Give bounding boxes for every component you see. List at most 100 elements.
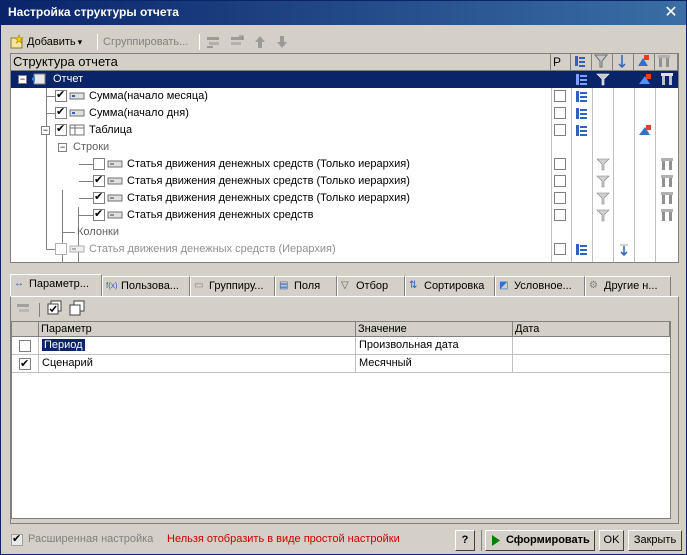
date-column-header[interactable]: Дата [513,322,670,337]
tree-row-rows[interactable]: − Строки [11,139,678,156]
tree-row-label: Строки [73,141,110,153]
grouping-icon [107,194,123,202]
tree-row-grouping[interactable]: Статья движения денежных средств (Только… [11,173,678,190]
collapse-icon[interactable]: − [18,75,27,84]
footer-divider [481,530,482,551]
row-checkbox[interactable] [93,158,105,170]
tree-row-label: Статья движения денежных средств (Только… [127,192,410,204]
row-checkbox[interactable] [93,190,105,204]
close-button-label: Закрыть [633,534,677,546]
tree-row-resource[interactable]: Сумма(начало дня) [11,105,678,122]
sort-column-header[interactable] [613,54,634,71]
conditional-format-column-header[interactable] [634,54,655,71]
row-checkbox[interactable] [55,122,67,136]
param-checkbox[interactable] [19,356,31,373]
add-icon [10,34,24,49]
close-button[interactable]: Закрыть [628,530,682,551]
grouping-icon [107,160,123,168]
r-checkbox[interactable] [554,107,566,119]
filter-icon [593,54,609,68]
sort-icon [618,55,626,69]
tab-parameters[interactable]: ↔ Параметр... [10,274,102,297]
advanced-settings-checkbox[interactable] [11,532,23,546]
collapse-icon[interactable]: − [58,143,67,152]
add-button[interactable]: Добавить ▾ [9,31,95,53]
r-checkbox[interactable] [554,158,566,170]
tab-fields[interactable]: ▤ Поля [275,276,337,296]
fields-column-header[interactable] [571,54,592,71]
tab-user-fields[interactable]: f(x) Пользова... [102,276,190,296]
r-checkbox[interactable] [554,124,566,136]
tree-row-grouping[interactable]: Статья движения денежных средств [11,207,678,224]
structure-column-header[interactable]: Структура отчета [11,54,551,71]
tab-sorting[interactable]: ⇅ Сортировка [405,276,495,296]
parameters-icon: ↔ [14,278,24,289]
move-up-button[interactable] [253,31,269,53]
r-checkbox[interactable] [554,90,566,102]
tree-row-report[interactable]: − Отчет [11,71,678,88]
tree-row-resource[interactable]: Сумма(начало месяца) [11,88,678,105]
grouping-icon: ▭ [194,280,204,291]
tree-line [47,113,55,114]
row-checkbox[interactable] [55,88,67,102]
row-checkbox[interactable] [55,105,67,119]
r-column-header[interactable]: Р [551,54,571,71]
ok-button[interactable]: OK [599,530,624,551]
report-structure-window: Настройка структуры отчета ✕ Добавить ▾ … [0,0,687,555]
collapse-icon[interactable]: − [41,126,50,135]
param-checkbox[interactable] [19,340,31,352]
row-checkbox[interactable] [93,207,105,221]
param-date-cell[interactable] [513,337,670,355]
tree-row-columns[interactable]: Колонки [11,224,678,241]
tree-row-table[interactable]: − Таблица [11,122,678,139]
tab-grouping[interactable]: ▭ Группиру... [190,276,275,296]
tab-conditional-format[interactable]: ◩ Условное... [495,276,585,296]
tree-row-grouping[interactable]: Статья движения денежных средств (Только… [11,156,678,173]
param-value-cell[interactable]: Произвольная дата [356,337,513,355]
tab-label: Сортировка [424,280,485,292]
check-all-button[interactable] [47,300,67,318]
tree-row-grouping-disabled[interactable]: Статья движения денежных средств (Иерарх… [11,241,678,258]
r-checkbox[interactable] [554,175,566,187]
tree-row-grouping[interactable]: Статья движения денежных средств (Только… [11,190,678,207]
move-down-button[interactable] [275,31,291,53]
group-button[interactable]: Сгруппировать... [103,31,198,53]
tab-other-settings[interactable]: ⚙ Другие н... [585,276,671,296]
report-structure-tree[interactable]: Структура отчета Р − Отчет ✔ Сумма(начал… [10,53,679,263]
row-checkbox[interactable] [55,243,67,255]
other-settings-column-header[interactable] [655,54,678,71]
level-down-icon [231,35,244,45]
row-check-cell[interactable] [12,355,39,373]
value-column-header[interactable]: Значение [356,322,513,337]
parameters-table[interactable]: Параметр Значение Дата Период Произвольн… [11,321,671,519]
function-icon: f(x) [106,281,118,290]
tab-filter[interactable]: ▽ Отбор [337,276,405,296]
move-level-up-button[interactable] [205,31,223,53]
fields-icon [575,56,585,67]
table-row[interactable]: Период Произвольная дата [12,337,670,355]
remove-param-button[interactable] [15,300,35,318]
param-date-cell[interactable] [513,355,670,373]
uncheck-all-button[interactable] [69,300,89,318]
r-checkbox[interactable] [554,243,566,255]
r-checkbox[interactable] [554,192,566,204]
play-icon [492,535,500,546]
tab-label: Отбор [356,280,389,292]
filter-icon [596,175,610,188]
table-row[interactable]: Сценарий Месячный [12,355,670,373]
param-name-cell[interactable]: Период [39,337,356,355]
r-checkbox[interactable] [554,209,566,221]
row-check-cell[interactable] [12,337,39,355]
tree-row-label: Сумма(начало месяца) [89,90,208,102]
param-column-header[interactable]: Параметр [39,322,356,337]
generate-button[interactable]: Сформировать [485,530,595,551]
filter-icon [596,158,610,171]
param-name-cell[interactable]: Сценарий [39,355,356,373]
param-value-cell[interactable]: Месячный [356,355,513,373]
close-icon[interactable]: ✕ [662,3,680,21]
filter-column-header[interactable] [592,54,613,71]
row-checkbox[interactable] [93,173,105,187]
help-button[interactable]: ? [455,530,475,551]
ok-button-label: OK [603,534,620,546]
move-level-down-button[interactable] [229,31,247,53]
